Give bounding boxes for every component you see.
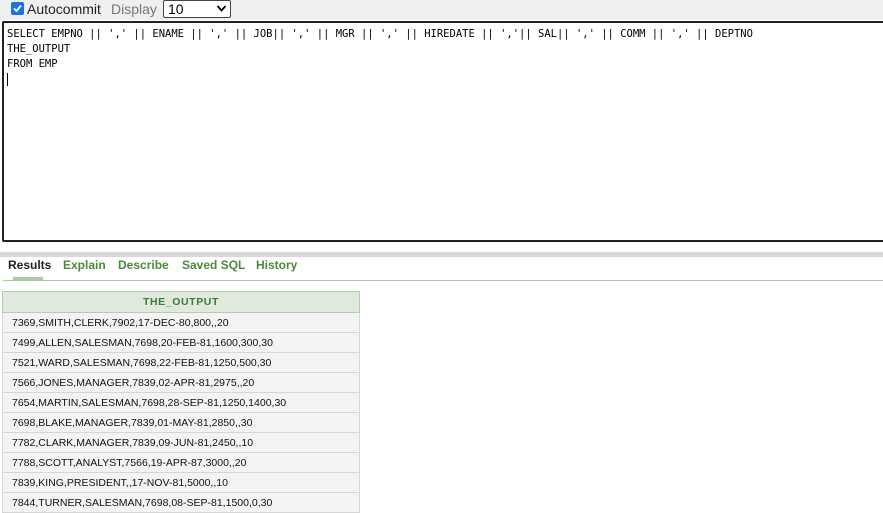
table-row: 7788,SCOTT,ANALYST,7566,19-APR-87,3000,,… [2,452,360,473]
sql-editor[interactable]: SELECT EMPNO || ',' || ENAME || ',' || J… [2,21,883,242]
column-header[interactable]: THE_OUTPUT [2,291,360,313]
editor-line: SELECT EMPNO || ',' || ENAME || ',' || J… [7,28,753,40]
table-row: 7654,MARTIN,SALESMAN,7698,28-SEP-81,1250… [2,392,360,413]
display-label: Display [111,1,157,17]
tab-describe[interactable]: Describe [118,258,169,272]
table-row: 7369,SMITH,CLERK,7902,17-DEC-80,800,,20 [2,312,360,333]
table-cell: 7698,BLAKE,MANAGER,7839,01-MAY-81,2850,,… [2,412,360,433]
table-row: 7782,CLARK,MANAGER,7839,09-JUN-81,2450,,… [2,432,360,453]
sql-toolbar: Autocommit Display 10 [0,0,883,20]
chevron-down-icon [216,5,227,12]
table-cell: 7788,SCOTT,ANALYST,7566,19-APR-87,3000,,… [2,452,360,473]
tab-saved-sql[interactable]: Saved SQL [182,258,245,272]
results-tabs: Results Explain Describe Saved SQL Histo… [0,258,883,282]
table-cell: 7566,JONES,MANAGER,7839,02-APR-81,2975,,… [2,372,360,393]
table-row: 7521,WARD,SALESMAN,7698,22-FEB-81,1250,5… [2,352,360,373]
tab-results[interactable]: Results [8,258,51,272]
table-cell: 7782,CLARK,MANAGER,7839,09-JUN-81,2450,,… [2,432,360,453]
table-cell: 7654,MARTIN,SALESMAN,7698,28-SEP-81,1250… [2,392,360,413]
text-cursor [7,73,8,86]
editor-line: FROM EMP [7,58,58,70]
tabs-divider [3,280,883,281]
display-select[interactable]: 10 [163,0,231,18]
display-select-value: 10 [168,1,184,17]
autocommit-checkbox[interactable] [11,2,24,15]
autocommit-label: Autocommit [27,1,101,17]
table-row: 7499,ALLEN,SALESMAN,7698,20-FEB-81,1600,… [2,332,360,353]
table-cell: 7369,SMITH,CLERK,7902,17-DEC-80,800,,20 [2,312,360,333]
table-cell: 7521,WARD,SALESMAN,7698,22-FEB-81,1250,5… [2,352,360,373]
editor-line: THE_OUTPUT [7,43,71,55]
pane-divider[interactable] [0,252,883,257]
table-row: 7566,JONES,MANAGER,7839,02-APR-81,2975,,… [2,372,360,393]
table-row: 7698,BLAKE,MANAGER,7839,01-MAY-81,2850,,… [2,412,360,433]
table-cell: 7499,ALLEN,SALESMAN,7698,20-FEB-81,1600,… [2,332,360,353]
check-icon [13,4,22,13]
table-cell: 7839,KING,PRESIDENT,,17-NOV-81,5000,,10 [2,472,360,493]
results-table: THE_OUTPUT 7369,SMITH,CLERK,7902,17-DEC-… [2,291,360,513]
tab-explain[interactable]: Explain [63,258,106,272]
table-row: 7839,KING,PRESIDENT,,17-NOV-81,5000,,10 [2,472,360,493]
tab-history[interactable]: History [256,258,297,272]
